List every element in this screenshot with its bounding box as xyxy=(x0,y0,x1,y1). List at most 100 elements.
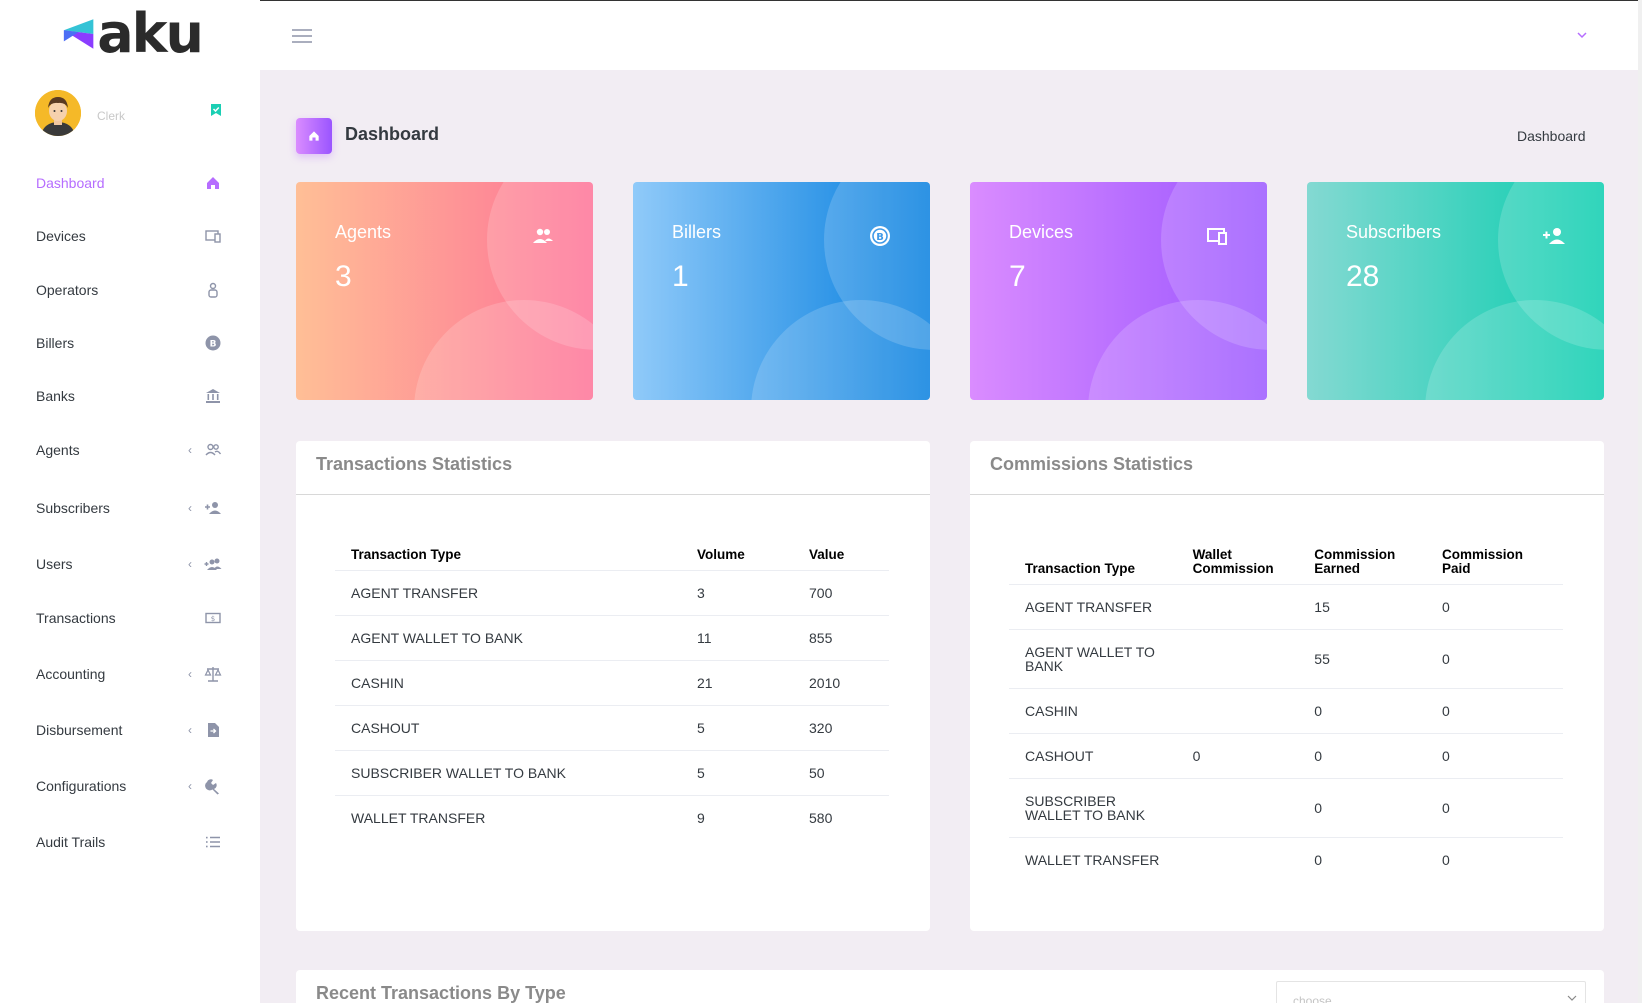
user-role: Clerk xyxy=(97,109,126,123)
home-icon xyxy=(309,131,319,141)
user-avatar-icon[interactable] xyxy=(35,90,81,136)
select-value: choose xyxy=(1293,994,1332,1003)
cell-type: AGENT WALLET TO BANK xyxy=(335,615,681,661)
chevron-down-icon[interactable] xyxy=(1576,30,1588,40)
table-row: CASHOUT 0 0 0 xyxy=(1009,733,1563,779)
chevron-left-icon: ‹ xyxy=(188,667,192,681)
chevron-left-icon: ‹ xyxy=(188,443,192,457)
cell-wallet-commission xyxy=(1176,629,1299,689)
chevron-left-icon: ‹ xyxy=(188,557,192,571)
sidebar-item-configurations[interactable]: Configurations ‹ xyxy=(36,771,224,801)
column-header: Wallet Commission xyxy=(1192,547,1274,576)
sidebar-item-label: Devices xyxy=(36,228,86,244)
stat-card-devices[interactable]: Devices 7 xyxy=(970,182,1267,400)
profile[interactable]: Clerk xyxy=(35,90,235,136)
card-value: 7 xyxy=(1009,260,1026,293)
account-group-icon xyxy=(205,443,222,456)
sidebar: aku Clerk Dashboard Devices Operators Bi… xyxy=(0,0,260,1003)
sidebar-item-subscribers[interactable]: Subscribers ‹ xyxy=(36,493,224,523)
panel-title: Commissions Statistics xyxy=(990,454,1194,474)
svg-text:B: B xyxy=(876,232,884,243)
cell-type: AGENT TRANSFER xyxy=(1009,584,1177,630)
stat-card-agents[interactable]: Agents 3 xyxy=(296,182,593,400)
commissions-table: Transaction Type Wallet Commission Commi… xyxy=(1009,548,1563,883)
account-plus-icon xyxy=(1543,228,1565,244)
chevron-left-icon: ‹ xyxy=(188,779,192,793)
home-icon xyxy=(207,177,219,189)
divider xyxy=(296,494,930,495)
cell-type: CASHIN xyxy=(1009,688,1177,734)
sidebar-item-devices[interactable]: Devices xyxy=(36,221,224,251)
column-header: Volume xyxy=(697,547,745,562)
breadcrumb[interactable]: Dashboard xyxy=(1517,128,1586,144)
menu-icon[interactable] xyxy=(292,29,312,43)
cell-wallet-commission: 0 xyxy=(1176,733,1299,779)
card-decoration xyxy=(751,300,930,400)
cell-volume: 5 xyxy=(681,705,793,751)
account-plus-icon xyxy=(205,502,221,514)
cell-commission-paid: 0 xyxy=(1425,688,1563,734)
card-value: 1 xyxy=(672,260,689,293)
sidebar-item-label: Agents xyxy=(36,442,80,458)
brand-logo[interactable]: aku xyxy=(62,6,204,62)
sidebar-item-transactions[interactable]: Transactions $ xyxy=(36,603,224,633)
cell-commission-paid: 0 xyxy=(1425,584,1563,630)
sidebar-item-banks[interactable]: Banks xyxy=(36,381,224,411)
card-decoration xyxy=(1088,300,1267,400)
divider xyxy=(970,494,1604,495)
cell-commission-earned: 0 xyxy=(1298,733,1426,779)
sidebar-item-label: Transactions xyxy=(36,610,116,626)
sidebar-item-label: Subscribers xyxy=(36,500,110,516)
sidebar-item-disbursement[interactable]: Disbursement ‹ xyxy=(36,715,224,745)
sidebar-item-users[interactable]: Users ‹ xyxy=(36,549,224,579)
svg-text:B: B xyxy=(210,340,217,350)
cell-wallet-commission xyxy=(1176,688,1299,734)
card-value: 3 xyxy=(335,260,352,293)
cell-type: SUBSCRIBER WALLET TO BANK xyxy=(335,750,681,796)
card-value: 28 xyxy=(1346,260,1380,293)
sidebar-item-label: Operators xyxy=(36,282,99,298)
transaction-type-select[interactable]: choose xyxy=(1276,981,1586,1003)
table-header-row: Transaction Type Volume Value xyxy=(335,548,889,571)
cash-icon: $ xyxy=(205,612,221,624)
sidebar-item-label: Users xyxy=(36,556,73,572)
sidebar-item-accounting[interactable]: Accounting ‹ xyxy=(36,659,224,689)
sidebar-item-billers[interactable]: Billers B xyxy=(36,328,224,358)
table-row: AGENT TRANSFER 3 700 xyxy=(335,570,889,616)
column-header: Commission Paid xyxy=(1441,547,1523,576)
cell-commission-earned: 0 xyxy=(1298,688,1426,734)
cell-volume: 9 xyxy=(681,795,793,841)
cell-volume: 21 xyxy=(681,660,793,706)
cell-commission-paid: 0 xyxy=(1425,837,1563,883)
card-title: Subscribers xyxy=(1346,222,1442,242)
table-row: CASHOUT 5 320 xyxy=(335,705,889,751)
sidebar-item-dashboard[interactable]: Dashboard xyxy=(36,168,224,198)
sidebar-item-label: Disbursement xyxy=(36,722,123,738)
card-title: Devices xyxy=(1009,222,1074,242)
account-multiple-plus-icon xyxy=(204,558,222,570)
sidebar-item-agents[interactable]: Agents ‹ xyxy=(36,435,224,465)
sidebar-item-audit-trails[interactable]: Audit Trails xyxy=(36,827,224,857)
card-decoration xyxy=(414,300,593,400)
sidebar-item-operators[interactable]: Operators xyxy=(36,275,224,305)
chevron-down-icon xyxy=(1567,995,1577,1001)
column-header: Transaction Type xyxy=(1025,561,1136,576)
sidebar-item-label: Billers xyxy=(36,335,75,351)
cell-type: CASHOUT xyxy=(335,705,681,751)
sidebar-item-label: Audit Trails xyxy=(36,834,106,850)
scrollbar[interactable] xyxy=(1638,0,1642,1003)
scale-balance-icon xyxy=(204,667,222,682)
cell-type: AGENT TRANSFER xyxy=(335,570,681,616)
top-navbar xyxy=(260,0,1642,70)
stat-card-billers[interactable]: Billers 1 B xyxy=(633,182,930,400)
table-row: WALLET TRANSFER 9 580 xyxy=(335,795,889,841)
account-group-icon xyxy=(533,228,553,243)
aku-logo-icon xyxy=(63,19,94,49)
cell-value: 50 xyxy=(793,750,889,796)
commissions-statistics-panel: Commissions Statistics Transaction Type … xyxy=(970,441,1604,931)
cell-commission-paid: 0 xyxy=(1425,733,1563,779)
table-row: CASHIN 21 2010 xyxy=(335,660,889,706)
recent-transactions-panel: Recent Transactions By Type choose xyxy=(296,970,1604,1003)
wrench-icon xyxy=(205,779,219,795)
stat-card-subscribers[interactable]: Subscribers 28 xyxy=(1307,182,1604,400)
